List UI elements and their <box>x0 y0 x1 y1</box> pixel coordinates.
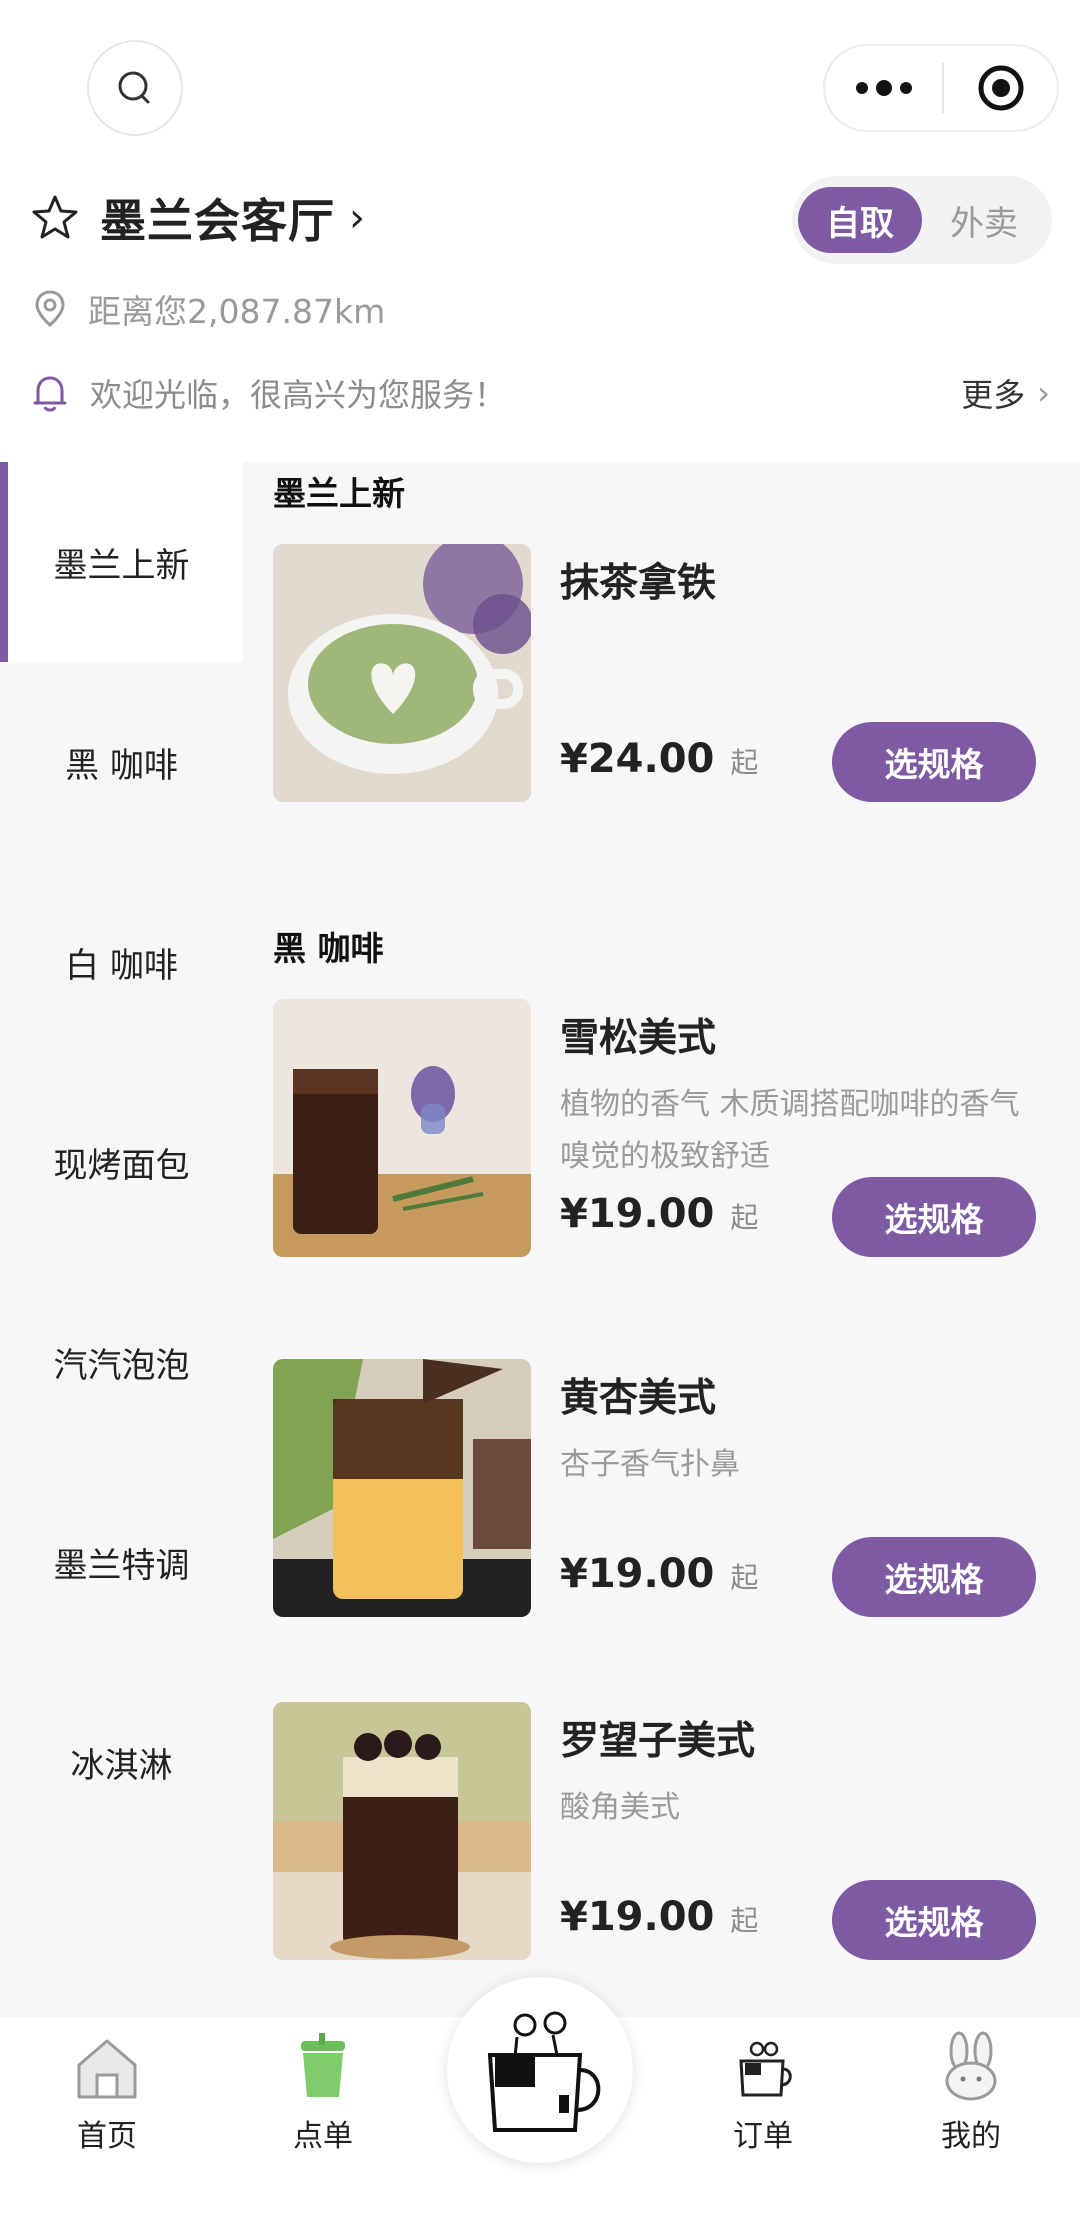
rabbit-icon <box>945 2031 997 2101</box>
price-suffix: 起 <box>730 1561 759 1594</box>
sidebar-item-ice-cream[interactable]: 冰淇淋 <box>0 1662 243 1862</box>
cup-icon <box>301 2033 345 2097</box>
store-header[interactable]: 墨兰会客厅 › <box>30 185 365 251</box>
center-mascot-button[interactable] <box>447 1977 633 2163</box>
more-label: 更多 <box>961 376 1026 414</box>
store-name[interactable]: 墨兰会客厅 <box>100 185 335 251</box>
target-icon <box>978 65 1023 111</box>
tab-order[interactable]: 点单 <box>243 2031 403 2155</box>
mini-program-capsule <box>823 44 1059 132</box>
chevron-right-icon: › <box>1037 374 1050 412</box>
select-spec-button[interactable]: 选规格 <box>832 722 1036 802</box>
sidebar-item-specials[interactable]: 墨兰特调 <box>0 1462 243 1662</box>
section-title: 黑 咖啡 <box>273 929 384 968</box>
product-price: ¥19.00 <box>560 1551 715 1597</box>
product-price: ¥24.00 <box>560 736 715 782</box>
product-image <box>273 1702 531 1960</box>
pickup-option[interactable]: 自取 <box>798 187 922 253</box>
sidebar-item-black-coffee[interactable]: 黑 咖啡 <box>0 662 243 862</box>
price-suffix: 起 <box>730 746 759 779</box>
star-icon[interactable] <box>30 193 80 243</box>
product-name: 罗望子美式 <box>560 1719 756 1764</box>
select-spec-button[interactable]: 选规格 <box>832 1177 1036 1257</box>
tab-mine[interactable]: 我的 <box>891 2031 1051 2155</box>
bottom-tab-bar: 首页 点单 订单 我的 <box>0 1977 1080 2234</box>
distance-text: 距离您2,087.87km <box>88 292 386 331</box>
orders-icon <box>739 2041 792 2097</box>
tab-mine-label: 我的 <box>941 2119 1001 2154</box>
product-description: 植物的香气 木质调搭配咖啡的香气 嗅觉的极致舒适 <box>560 1087 1020 1174</box>
product-name: 抹茶拿铁 <box>560 561 717 606</box>
chevron-right-icon: › <box>349 195 365 241</box>
price-suffix: 起 <box>730 1904 759 1937</box>
notice-bar: 欢迎光临，很高兴为您服务！ 更多 › <box>30 370 1050 416</box>
section-title: 墨兰上新 <box>273 474 405 513</box>
more-link[interactable]: 更多 › <box>961 370 1050 416</box>
product-name: 黄杏美式 <box>560 1376 717 1421</box>
sidebar-item-new[interactable]: 墨兰上新 <box>0 462 243 662</box>
sidebar-item-sparkling[interactable]: 汽汽泡泡 <box>0 1262 243 1462</box>
price-row: ¥24.00 起 <box>560 736 758 782</box>
product-item[interactable]: 黄杏美式 杏子香气扑鼻 ¥19.00 起 选规格 <box>273 1359 1063 1617</box>
tab-home-label: 首页 <box>77 2119 137 2154</box>
price-row: ¥19.00 起 <box>560 1191 758 1237</box>
product-item[interactable]: 罗望子美式 酸角美式 ¥19.00 起 选规格 <box>273 1702 1063 1960</box>
bell-icon <box>33 376 67 412</box>
product-name: 雪松美式 <box>560 1016 717 1061</box>
sidebar-item-white-coffee[interactable]: 白 咖啡 <box>0 862 243 1062</box>
product-list: 墨兰上新 抹茶拿铁 ¥24.00 起 选规格 黑 咖啡 雪松美式 植物的香气 木… <box>243 462 1080 2017</box>
select-spec-button[interactable]: 选规格 <box>832 1537 1036 1617</box>
home-icon <box>77 2039 137 2099</box>
select-spec-button[interactable]: 选规格 <box>832 1880 1036 1960</box>
product-description: 酸角美式 <box>560 1790 680 1825</box>
product-item[interactable]: 抹茶拿铁 ¥24.00 起 选规格 <box>273 544 1063 802</box>
close-button[interactable] <box>944 46 1057 130</box>
delivery-option[interactable]: 外卖 <box>922 187 1046 253</box>
tab-orders-label: 订单 <box>733 2119 793 2154</box>
product-image <box>273 1359 531 1617</box>
notice-text: 欢迎光临，很高兴为您服务！ <box>90 376 507 414</box>
price-row: ¥19.00 起 <box>560 1894 758 1940</box>
tab-order-label: 点单 <box>293 2119 353 2154</box>
mascot-icon <box>487 2011 601 2132</box>
product-description: 杏子香气扑鼻 <box>560 1447 740 1482</box>
pickup-delivery-toggle: 自取 外卖 <box>792 176 1052 264</box>
location-pin-icon <box>35 290 65 327</box>
tab-home[interactable]: 首页 <box>27 2031 187 2155</box>
tab-orders[interactable]: 订单 <box>683 2031 843 2155</box>
product-image <box>273 999 531 1257</box>
more-dots-icon <box>855 82 868 94</box>
sidebar-item-bread[interactable]: 现烤面包 <box>0 1062 243 1262</box>
distance-row: 距离您2,087.87km <box>32 285 385 333</box>
product-image <box>273 544 531 802</box>
search-icon <box>118 71 150 104</box>
product-price: ¥19.00 <box>560 1191 715 1237</box>
price-row: ¥19.00 起 <box>560 1551 758 1597</box>
product-price: ¥19.00 <box>560 1894 715 1940</box>
product-item[interactable]: 雪松美式 植物的香气 木质调搭配咖啡的香气 嗅觉的极致舒适 ¥19.00 起 选… <box>273 999 1063 1257</box>
search-button[interactable] <box>87 40 183 136</box>
price-suffix: 起 <box>730 1201 759 1234</box>
category-sidebar: 墨兰上新 黑 咖啡 白 咖啡 现烤面包 汽汽泡泡 墨兰特调 冰淇淋 <box>0 462 243 2017</box>
more-button[interactable] <box>825 46 942 130</box>
